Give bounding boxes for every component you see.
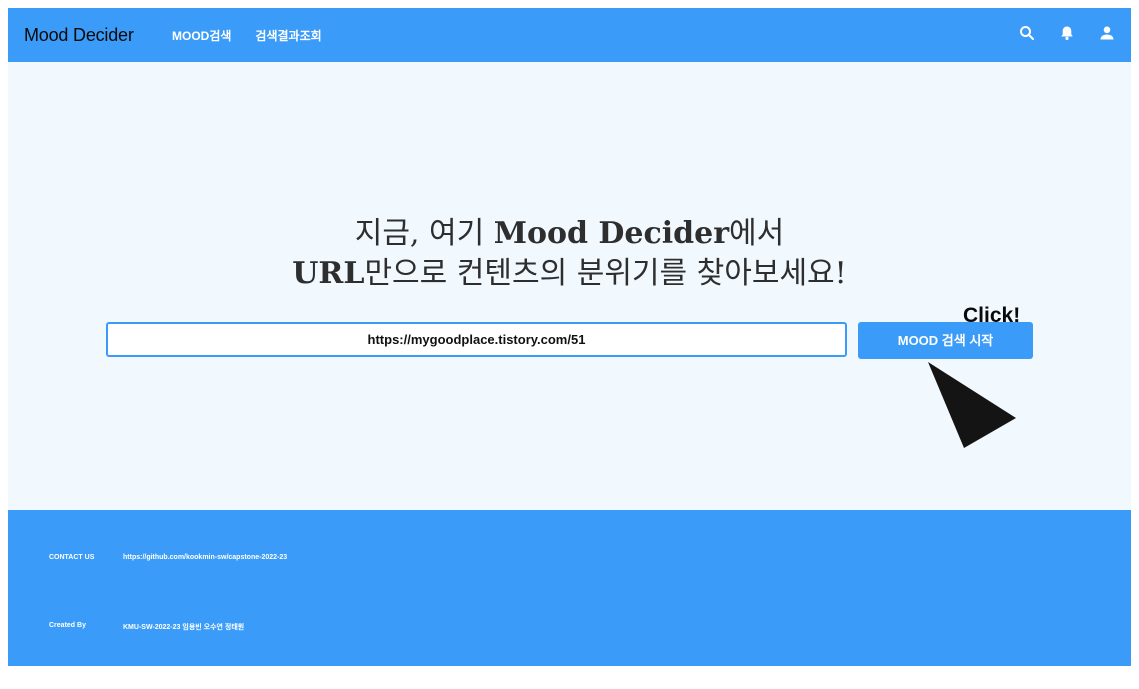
hero-heading: 지금, 여기 Mood Decider에서 URL만으로 컨텐츠의 분위기를 찾… xyxy=(8,214,1131,294)
footer-created-row: Created By KMU-SW-2022-23 임용빈 오수연 정태원 xyxy=(49,622,244,632)
click-annotation: Click! xyxy=(963,304,1021,327)
search-icon[interactable] xyxy=(1019,25,1035,41)
url-input[interactable]: https://mygoodplace.tistory.com/51 xyxy=(106,322,847,357)
nav-link-mood-search[interactable]: MOOD검색 xyxy=(172,27,231,44)
footer-created-label: Created By xyxy=(49,622,86,629)
nav-link-search-results[interactable]: 검색결과조회 xyxy=(255,27,321,44)
hero-brand: Mood Decider xyxy=(493,216,730,251)
hero-line-1-prefix: 지금, 여기 xyxy=(354,216,494,251)
pointer-arrow-icon xyxy=(926,360,1018,455)
footer: CONTACT US https://github.com/kookmin-sw… xyxy=(8,510,1131,666)
footer-contact-label: CONTACT US xyxy=(49,554,95,561)
footer-contact-link[interactable]: https://github.com/kookmin-sw/capstone-2… xyxy=(123,554,287,561)
hero-line-1: 지금, 여기 Mood Decider에서 xyxy=(8,214,1131,254)
navbar-icons xyxy=(1019,25,1115,41)
hero-url-word: URL xyxy=(292,256,365,291)
page-frame: Mood Decider MOOD검색 검색결과조회 지금, 여기 Mood D… xyxy=(8,8,1131,666)
hero-line-1-suffix: 에서 xyxy=(729,216,785,251)
logo[interactable]: Mood Decider xyxy=(24,25,146,46)
hero-line-2-suffix: 만으로 컨텐츠의 분위기를 찾아보세요! xyxy=(364,256,847,291)
user-icon[interactable] xyxy=(1099,25,1115,41)
hero-line-2: URL만으로 컨텐츠의 분위기를 찾아보세요! xyxy=(8,254,1131,294)
footer-created-value: KMU-SW-2022-23 임용빈 오수연 정태원 xyxy=(123,624,245,631)
bell-icon[interactable] xyxy=(1059,25,1075,41)
footer-contact-row: CONTACT US https://github.com/kookmin-sw… xyxy=(49,554,287,561)
navbar: Mood Decider MOOD검색 검색결과조회 xyxy=(8,8,1131,62)
